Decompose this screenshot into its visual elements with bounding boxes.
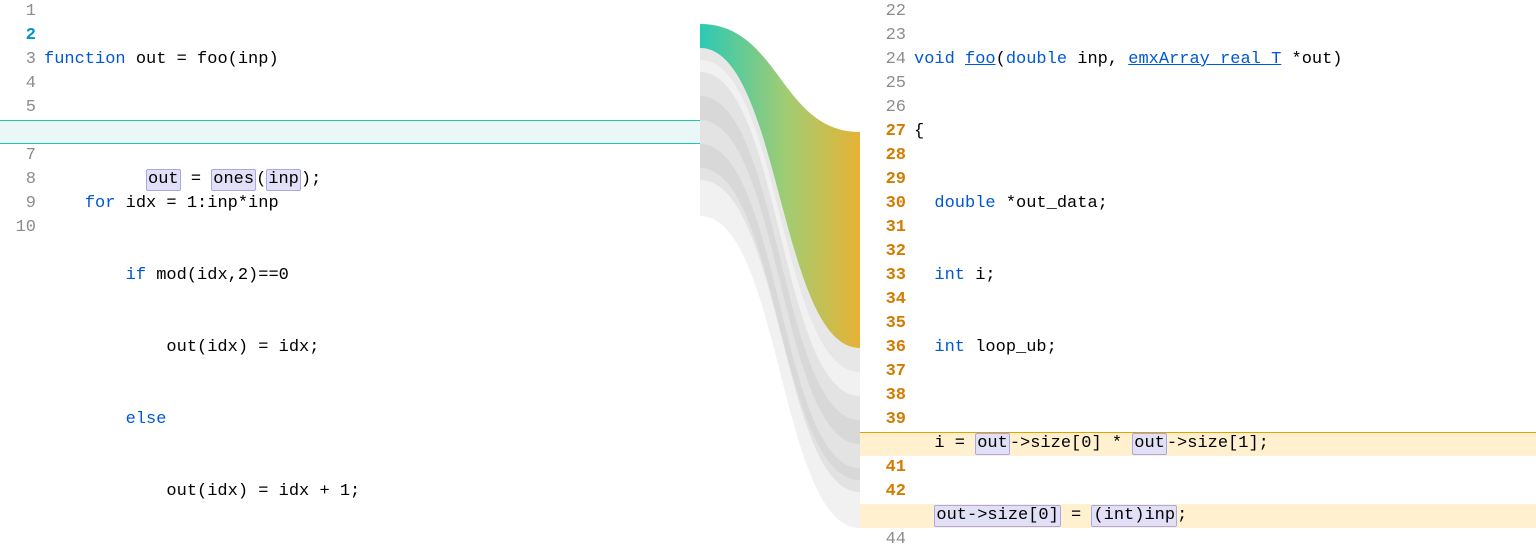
line-number[interactable]: 2 bbox=[0, 24, 44, 48]
code-area-left[interactable]: function out = foo(inp) out = ones(inp);… bbox=[44, 0, 700, 555]
code-area-right[interactable]: void foo(double inp, emxArray_real_T *ou… bbox=[914, 0, 1536, 555]
code-line[interactable]: int loop_ub; bbox=[914, 336, 1536, 360]
var-token[interactable]: out bbox=[1132, 433, 1167, 455]
code-line[interactable]: { bbox=[914, 120, 1536, 144]
line-number[interactable]: 25 bbox=[860, 72, 914, 96]
line-number[interactable]: 44 bbox=[860, 528, 914, 552]
selection-highlight bbox=[0, 120, 700, 144]
line-number[interactable]: 4 bbox=[0, 72, 44, 96]
line-number[interactable]: 3 bbox=[0, 48, 44, 72]
code-line-selected[interactable]: out = ones(inp); bbox=[44, 120, 700, 144]
line-number[interactable]: 10 bbox=[0, 216, 44, 240]
code-line[interactable]: if mod(idx,2)==0 bbox=[44, 264, 700, 288]
code-line[interactable]: int i; bbox=[914, 264, 1536, 288]
code-line[interactable]: void foo(double inp, emxArray_real_T *ou… bbox=[914, 48, 1536, 72]
line-number[interactable]: 1 bbox=[0, 0, 44, 24]
line-number[interactable]: 8 bbox=[0, 168, 44, 192]
expr-token[interactable]: (int)inp bbox=[1091, 505, 1177, 527]
line-number[interactable]: 42 bbox=[860, 480, 914, 504]
line-number[interactable]: 26 bbox=[860, 96, 914, 120]
line-number[interactable]: 29 bbox=[860, 168, 914, 192]
code-line[interactable]: else bbox=[44, 408, 700, 432]
var-token[interactable]: out bbox=[975, 433, 1010, 455]
code-line[interactable]: function out = foo(inp) bbox=[44, 48, 700, 72]
line-number[interactable]: 37 bbox=[860, 360, 914, 384]
line-number[interactable]: 36 bbox=[860, 336, 914, 360]
line-number[interactable]: 38 bbox=[860, 384, 914, 408]
line-number[interactable]: 32 bbox=[860, 240, 914, 264]
line-number[interactable]: 34 bbox=[860, 288, 914, 312]
code-line-mapped[interactable]: out->size[0] = (int)inp; bbox=[914, 504, 1536, 528]
line-number[interactable]: 33 bbox=[860, 264, 914, 288]
line-number[interactable]: 41 bbox=[860, 456, 914, 480]
code-line[interactable]: for idx = 1:inp*inp bbox=[44, 192, 700, 216]
line-number[interactable]: 5 bbox=[0, 96, 44, 120]
code-line[interactable]: double *out_data; bbox=[914, 192, 1536, 216]
line-number[interactable]: 22 bbox=[860, 0, 914, 24]
code-line-mapped[interactable]: i = out->size[0] * out->size[1]; bbox=[914, 432, 1536, 456]
line-number[interactable]: 31 bbox=[860, 216, 914, 240]
line-number[interactable]: 24 bbox=[860, 48, 914, 72]
var-token[interactable]: out bbox=[146, 169, 181, 191]
code-line[interactable]: out(idx) = idx + 1; bbox=[44, 480, 700, 504]
line-number[interactable]: 23 bbox=[860, 24, 914, 48]
line-gutter-right: 22 23 24 25 26 27 28 29 30 31 32 33 34 3… bbox=[860, 0, 914, 552]
line-number[interactable]: 30 bbox=[860, 192, 914, 216]
func-token[interactable]: ones bbox=[211, 169, 256, 191]
line-number[interactable]: 7 bbox=[0, 144, 44, 168]
line-number[interactable]: 9 bbox=[0, 192, 44, 216]
expr-token[interactable]: out->size[0] bbox=[934, 505, 1060, 527]
line-number[interactable]: 35 bbox=[860, 312, 914, 336]
trace-flow-diagram bbox=[700, 0, 860, 555]
var-token[interactable]: inp bbox=[266, 169, 301, 191]
line-number[interactable]: 28 bbox=[860, 144, 914, 168]
line-number[interactable]: 39 bbox=[860, 408, 914, 432]
code-line[interactable]: out(idx) = idx; bbox=[44, 336, 700, 360]
line-number[interactable]: 27 bbox=[860, 120, 914, 144]
